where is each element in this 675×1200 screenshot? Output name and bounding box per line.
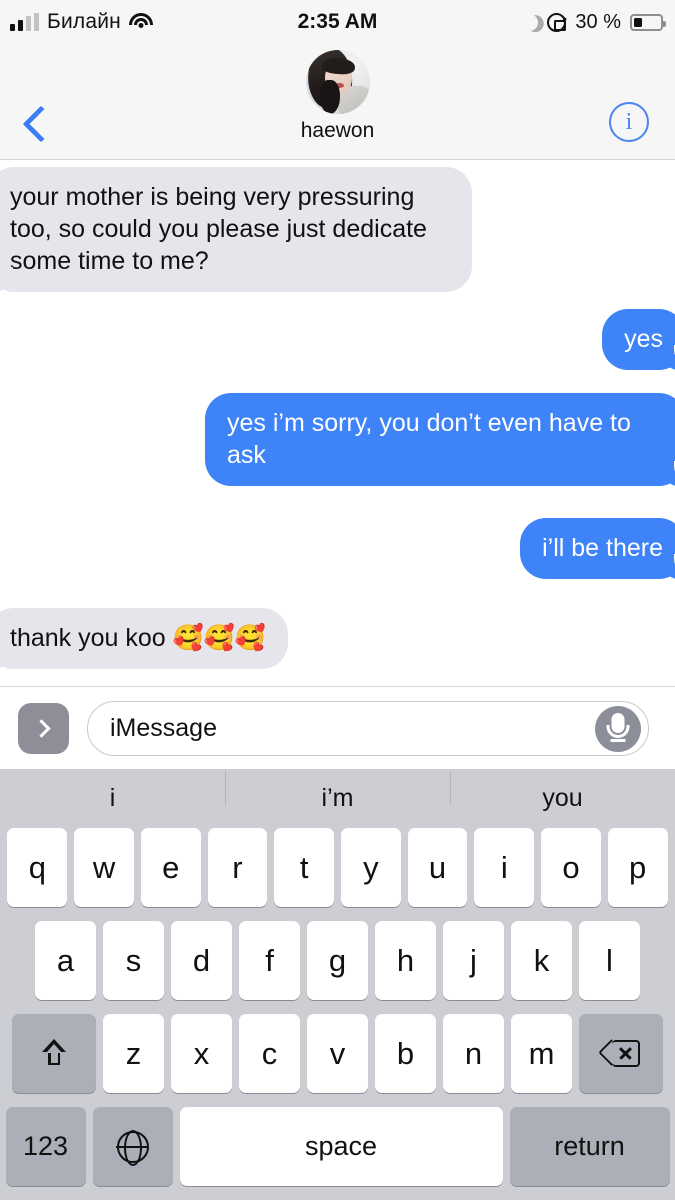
battery-percent-label: 30 % [575,10,621,33]
keyboard-row-2: asdfghjkl [0,921,675,1000]
keyboard-row-1: qwertyuiop [0,828,675,907]
key-t[interactable]: t [274,828,334,907]
key-m[interactable]: m [511,1014,572,1093]
key-f[interactable]: f [239,921,300,1000]
key-b[interactable]: b [375,1014,436,1093]
contact-name: haewon [300,119,375,142]
key-e[interactable]: e [140,828,201,907]
key-j[interactable]: j [443,921,504,1000]
message-input-bar: iMessage [0,686,675,769]
prediction-1[interactable]: i [0,784,225,813]
message-thread: your mother is being very pressuring too… [0,161,675,686]
key-d[interactable]: d [171,921,232,1000]
message-text: your mother is being very pressuring too… [10,183,427,275]
moon-icon [519,11,541,33]
message-text: yes i’m sorry, you don’t even have to as… [227,409,631,469]
message-bubble-incoming[interactable]: thank you koo 🥰🥰🥰 [0,608,288,670]
avatar[interactable] [305,50,370,114]
keyboard-row-4: 123 space return [0,1107,675,1186]
key-r[interactable]: r [207,828,268,907]
contact-header[interactable]: haewon [0,50,675,143]
shift-key[interactable] [12,1014,96,1093]
key-w[interactable]: w [74,828,134,907]
message-text: yes [624,325,663,353]
message-bubble-outgoing[interactable]: i’ll be there [520,518,675,580]
key-g[interactable]: g [307,921,368,1000]
key-i[interactable]: i [474,828,535,907]
key-q[interactable]: q [7,828,68,907]
key-k[interactable]: k [511,921,572,1000]
key-c[interactable]: c [239,1014,300,1093]
app-drawer-chevron-icon[interactable] [18,702,69,754]
return-key[interactable]: return [509,1107,670,1186]
message-input-placeholder: iMessage [110,713,217,742]
key-x[interactable]: x [171,1014,232,1093]
message-bubble-outgoing[interactable]: yes i’m sorry, you don’t even have to as… [205,393,675,487]
key-o[interactable]: o [541,828,601,907]
keyboard-row-3: zxcvbnm [0,1014,675,1093]
key-y[interactable]: y [341,828,401,907]
key-s[interactable]: s [103,921,164,1000]
microphone-icon[interactable] [595,705,641,752]
predictive-text-bar: i i’m you [0,769,675,828]
key-l[interactable]: l [579,921,640,1000]
message-bubble-outgoing[interactable]: yes [602,309,675,371]
key-h[interactable]: h [375,921,436,1000]
battery-icon [630,13,666,31]
iphone-screen: Билайн 2:35 AM 30 % haewon i your mother… [0,0,675,1200]
status-bar-right: 30 % [519,10,666,34]
prediction-3[interactable]: you [450,771,675,813]
navigation-bar: haewon i [0,44,675,160]
rotation-lock-icon [547,12,568,32]
message-text: i’ll be there [542,534,663,562]
status-bar: Билайн 2:35 AM 30 % [0,0,675,44]
delete-key[interactable] [579,1014,663,1093]
key-p[interactable]: p [607,828,668,907]
info-icon[interactable]: i [609,102,649,142]
key-z[interactable]: z [103,1014,164,1093]
prediction-2[interactable]: i’m [225,771,450,813]
key-n[interactable]: n [443,1014,504,1093]
message-text: thank you koo 🥰🥰🥰 [10,624,266,652]
message-input-field[interactable]: iMessage [87,700,649,756]
numbers-key[interactable]: 123 [5,1107,86,1186]
space-key[interactable]: space [179,1107,503,1186]
key-u[interactable]: u [407,828,468,907]
key-v[interactable]: v [307,1014,368,1093]
on-screen-keyboard: i i’m you qwertyuiop asdfghjkl zxcvbnm 1… [0,769,675,1200]
key-a[interactable]: a [35,921,96,1000]
message-bubble-incoming[interactable]: your mother is being very pressuring too… [0,167,472,293]
globe-icon[interactable] [92,1107,173,1186]
